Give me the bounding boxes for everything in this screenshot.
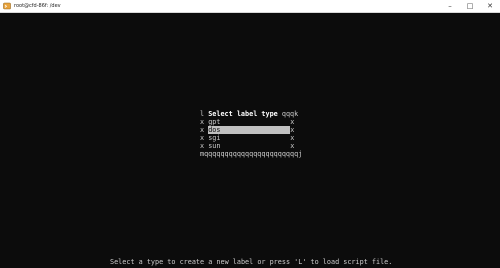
dialog-title: Select label type	[208, 110, 278, 118]
dialog-border-top-left: l	[200, 110, 205, 118]
terminal-window: root@cfd-86f: /dev – □ ✕ l Select label …	[0, 0, 500, 268]
option-row: x sgi x	[200, 134, 294, 142]
dialog-border-right: x	[290, 118, 295, 126]
terminal-area[interactable]: l Select label type qqqk x gpt x x dos x x…	[0, 13, 500, 268]
dialog-border-top-right: qqqk	[281, 110, 299, 118]
dialog-border-right: x	[290, 142, 295, 150]
dialog-border-left: x	[200, 142, 205, 150]
dialog-border-right: x	[290, 126, 295, 134]
maximize-button[interactable]: □	[462, 0, 478, 12]
dialog-border-bottom: mqqqqqqqqqqqqqqqqqqqqqqqj	[200, 150, 303, 158]
status-message: Select a type to create a new label or p…	[110, 258, 393, 266]
dialog-border-left: x	[200, 118, 205, 126]
option-row: x sun x	[200, 142, 294, 150]
dialog-border-right: x	[290, 134, 295, 142]
option-dos[interactable]: dos	[208, 126, 291, 134]
minimize-button[interactable]: –	[442, 0, 458, 12]
dialog-border-left: x	[200, 134, 205, 142]
close-button[interactable]: ✕	[482, 0, 498, 12]
option-row: x dos x	[200, 126, 294, 134]
terminal-app-icon	[3, 2, 11, 10]
dialog-title-row: l Select label type qqqk	[200, 110, 298, 118]
window-title: root@cfd-86f: /dev	[14, 3, 61, 9]
option-row: x gpt x	[200, 118, 294, 126]
dialog-border-left: x	[200, 126, 205, 134]
option-sun[interactable]: sun	[208, 142, 290, 150]
option-sgi[interactable]: sgi	[208, 134, 290, 142]
option-gpt[interactable]: gpt	[208, 118, 290, 126]
title-bar: root@cfd-86f: /dev – □ ✕	[0, 0, 500, 13]
